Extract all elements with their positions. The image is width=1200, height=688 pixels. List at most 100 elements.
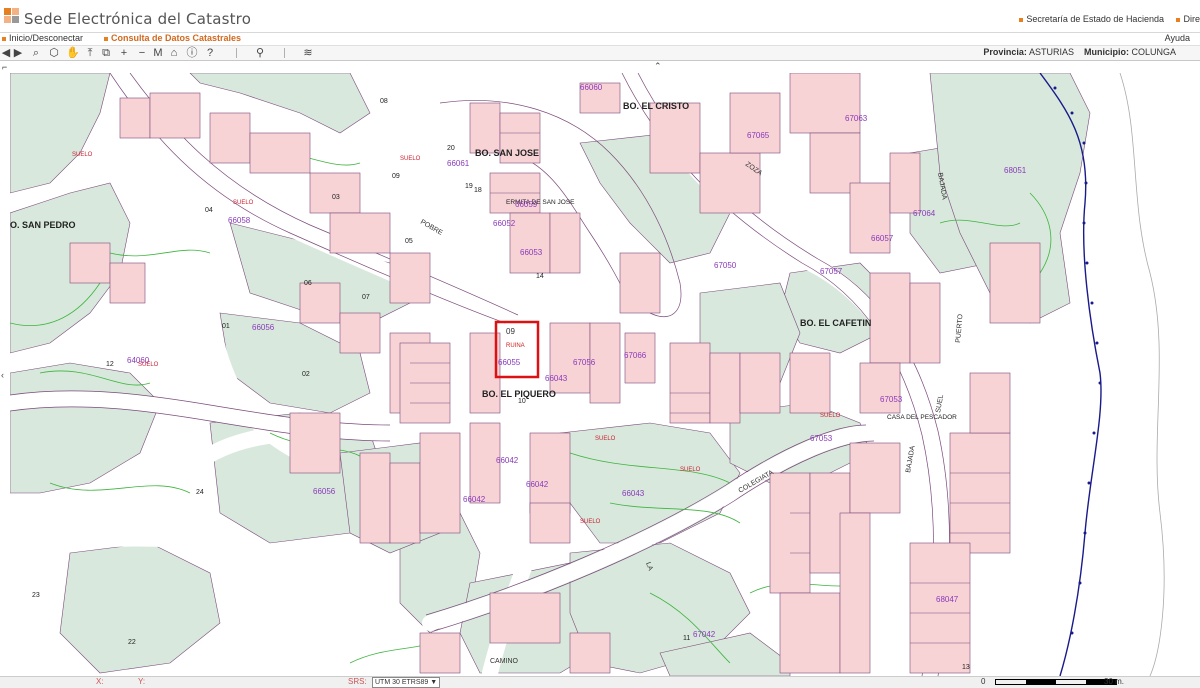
street-label: PUERTO [955, 313, 965, 343]
place-label: BO. SAN JOSE [475, 148, 539, 158]
place-label: BO. EL CAFETIN [800, 318, 871, 328]
svg-text:06: 06 [304, 280, 312, 287]
svg-text:67050: 67050 [714, 261, 737, 270]
svg-text:66042: 66042 [463, 495, 486, 504]
svg-text:05: 05 [405, 238, 413, 245]
layers-icon[interactable]: ≋ [302, 46, 314, 60]
scale-bar [995, 679, 1117, 685]
svg-text:68051: 68051 [1004, 166, 1027, 175]
place-label: O. SAN PEDRO [10, 220, 76, 230]
svg-text:SUELO: SUELO [138, 362, 159, 368]
svg-text:68047: 68047 [936, 595, 959, 604]
svg-text:67053: 67053 [810, 434, 833, 443]
forward-arrow-icon[interactable]: ▶ [12, 46, 24, 60]
svg-text:SUELO: SUELO [820, 413, 841, 419]
svg-text:07: 07 [362, 294, 370, 301]
svg-text:66053: 66053 [520, 248, 543, 257]
catastro-logo-icon [4, 8, 20, 24]
svg-text:66059: 66059 [515, 200, 538, 209]
x-coord-label: X: [96, 677, 104, 686]
zoom-window-icon[interactable]: ⧉ [100, 46, 112, 60]
svg-text:13: 13 [962, 664, 970, 671]
map-toolbar: ◀ ▶ ⌕ ⬡ ✋ ⤒ ⧉ + − M ⌂ ⓘ ? ⚲ ≋ Provincia:… [0, 45, 1200, 61]
svg-text:01: 01 [222, 323, 230, 330]
street-label: POBRE [419, 219, 444, 237]
zoom-in-icon[interactable]: + [118, 46, 130, 60]
svg-text:66061: 66061 [447, 159, 470, 168]
menu-help[interactable]: Ayuda [1165, 33, 1190, 43]
svg-text:24: 24 [196, 489, 204, 496]
svg-text:67066: 67066 [624, 351, 647, 360]
svg-text:SUELO: SUELO [233, 200, 254, 206]
pan-hand-icon[interactable]: ✋ [66, 46, 80, 60]
zoom-extent-icon[interactable]: ⤒ [84, 46, 96, 60]
info-icon[interactable]: ⓘ [186, 46, 198, 60]
svg-text:66056: 66056 [252, 323, 275, 332]
app-title: Sede Electrónica del Catastro [24, 10, 252, 28]
svg-text:19: 19 [465, 183, 473, 190]
nav-left-icon[interactable]: ‹ [1, 370, 4, 380]
svg-text:SUELO: SUELO [595, 436, 616, 442]
app-header: Sede Electrónica del Catastro Secretaría… [0, 0, 1200, 33]
srs-label: SRS: [348, 677, 367, 686]
svg-text:10: 10 [518, 398, 526, 405]
svg-text:08: 08 [380, 98, 388, 105]
nav-up-icon[interactable]: ⌃ [654, 61, 662, 72]
measure-icon[interactable]: M [152, 46, 164, 60]
svg-text:67063: 67063 [845, 114, 868, 123]
svg-text:67053: 67053 [880, 395, 903, 404]
svg-text:66043: 66043 [622, 489, 645, 498]
selected-parcel-note: RUINA [506, 343, 525, 349]
svg-text:14: 14 [536, 273, 544, 280]
header-links: Secretaría de Estado de Hacienda Dire [1009, 14, 1200, 24]
svg-text:66052: 66052 [493, 219, 516, 228]
nav-corner-icon[interactable]: ⌐ [2, 62, 7, 72]
place-label: CASA DEL PESCADOR [887, 414, 957, 421]
svg-text:18: 18 [474, 187, 482, 194]
cadastral-map[interactable]: 09 RUINA BO. EL CRISTO BO. SAN JOSE O. S… [10, 73, 1200, 676]
menu-consulta[interactable]: Consulta de Datos Catastrales [104, 33, 241, 43]
help-icon[interactable]: ? [204, 46, 216, 60]
back-arrow-icon[interactable]: ◀ [0, 46, 12, 60]
menu-login[interactable]: Inicio/Desconectar [2, 33, 83, 43]
svg-text:67057: 67057 [820, 267, 843, 276]
select-icon[interactable]: ⬡ [48, 46, 60, 60]
svg-text:SUELO: SUELO [580, 519, 601, 525]
pin-icon[interactable]: ⚲ [254, 46, 266, 60]
svg-text:67064: 67064 [913, 209, 936, 218]
svg-text:SUELO: SUELO [400, 156, 421, 162]
svg-text:66042: 66042 [496, 456, 519, 465]
status-bar: X: Y: SRS: UTM 30 ETRS89 ▼ 0 30 m. [0, 676, 1200, 688]
selected-parcel-number: 09 [506, 327, 515, 336]
scale-start: 0 [981, 677, 986, 686]
svg-text:SUELO: SUELO [680, 467, 701, 473]
svg-text:23: 23 [32, 592, 40, 599]
place-label: BO. EL CRISTO [623, 101, 689, 111]
svg-text:SUELO: SUELO [72, 152, 93, 158]
svg-text:66043: 66043 [545, 374, 568, 383]
svg-text:66060: 66060 [580, 83, 603, 92]
svg-text:02: 02 [302, 371, 310, 378]
link-hacienda[interactable]: Secretaría de Estado de Hacienda [1019, 14, 1164, 24]
svg-text:04: 04 [205, 207, 213, 214]
svg-text:09: 09 [392, 173, 400, 180]
svg-text:22: 22 [128, 639, 136, 646]
svg-text:20: 20 [447, 145, 455, 152]
link-dire[interactable]: Dire [1176, 14, 1200, 24]
svg-text:67065: 67065 [747, 131, 770, 140]
svg-text:67042: 67042 [693, 630, 716, 639]
zoom-icon[interactable]: ⌕ [30, 46, 42, 60]
zoom-out-icon[interactable]: − [136, 46, 148, 60]
home-icon[interactable]: ⌂ [168, 46, 180, 60]
svg-text:12: 12 [106, 361, 114, 368]
svg-text:66056: 66056 [313, 487, 336, 496]
svg-text:66042: 66042 [526, 480, 549, 489]
street-label: CAMINO [490, 658, 519, 665]
srs-select[interactable]: UTM 30 ETRS89 ▼ [372, 677, 441, 688]
y-coord-label: Y: [138, 677, 146, 686]
svg-text:66058: 66058 [228, 216, 251, 225]
menu-bar: Inicio/Desconectar Consulta de Datos Cat… [0, 33, 1200, 44]
svg-text:67056: 67056 [573, 358, 596, 367]
svg-text:11: 11 [683, 635, 690, 642]
street-label: BAJADA [905, 445, 917, 473]
